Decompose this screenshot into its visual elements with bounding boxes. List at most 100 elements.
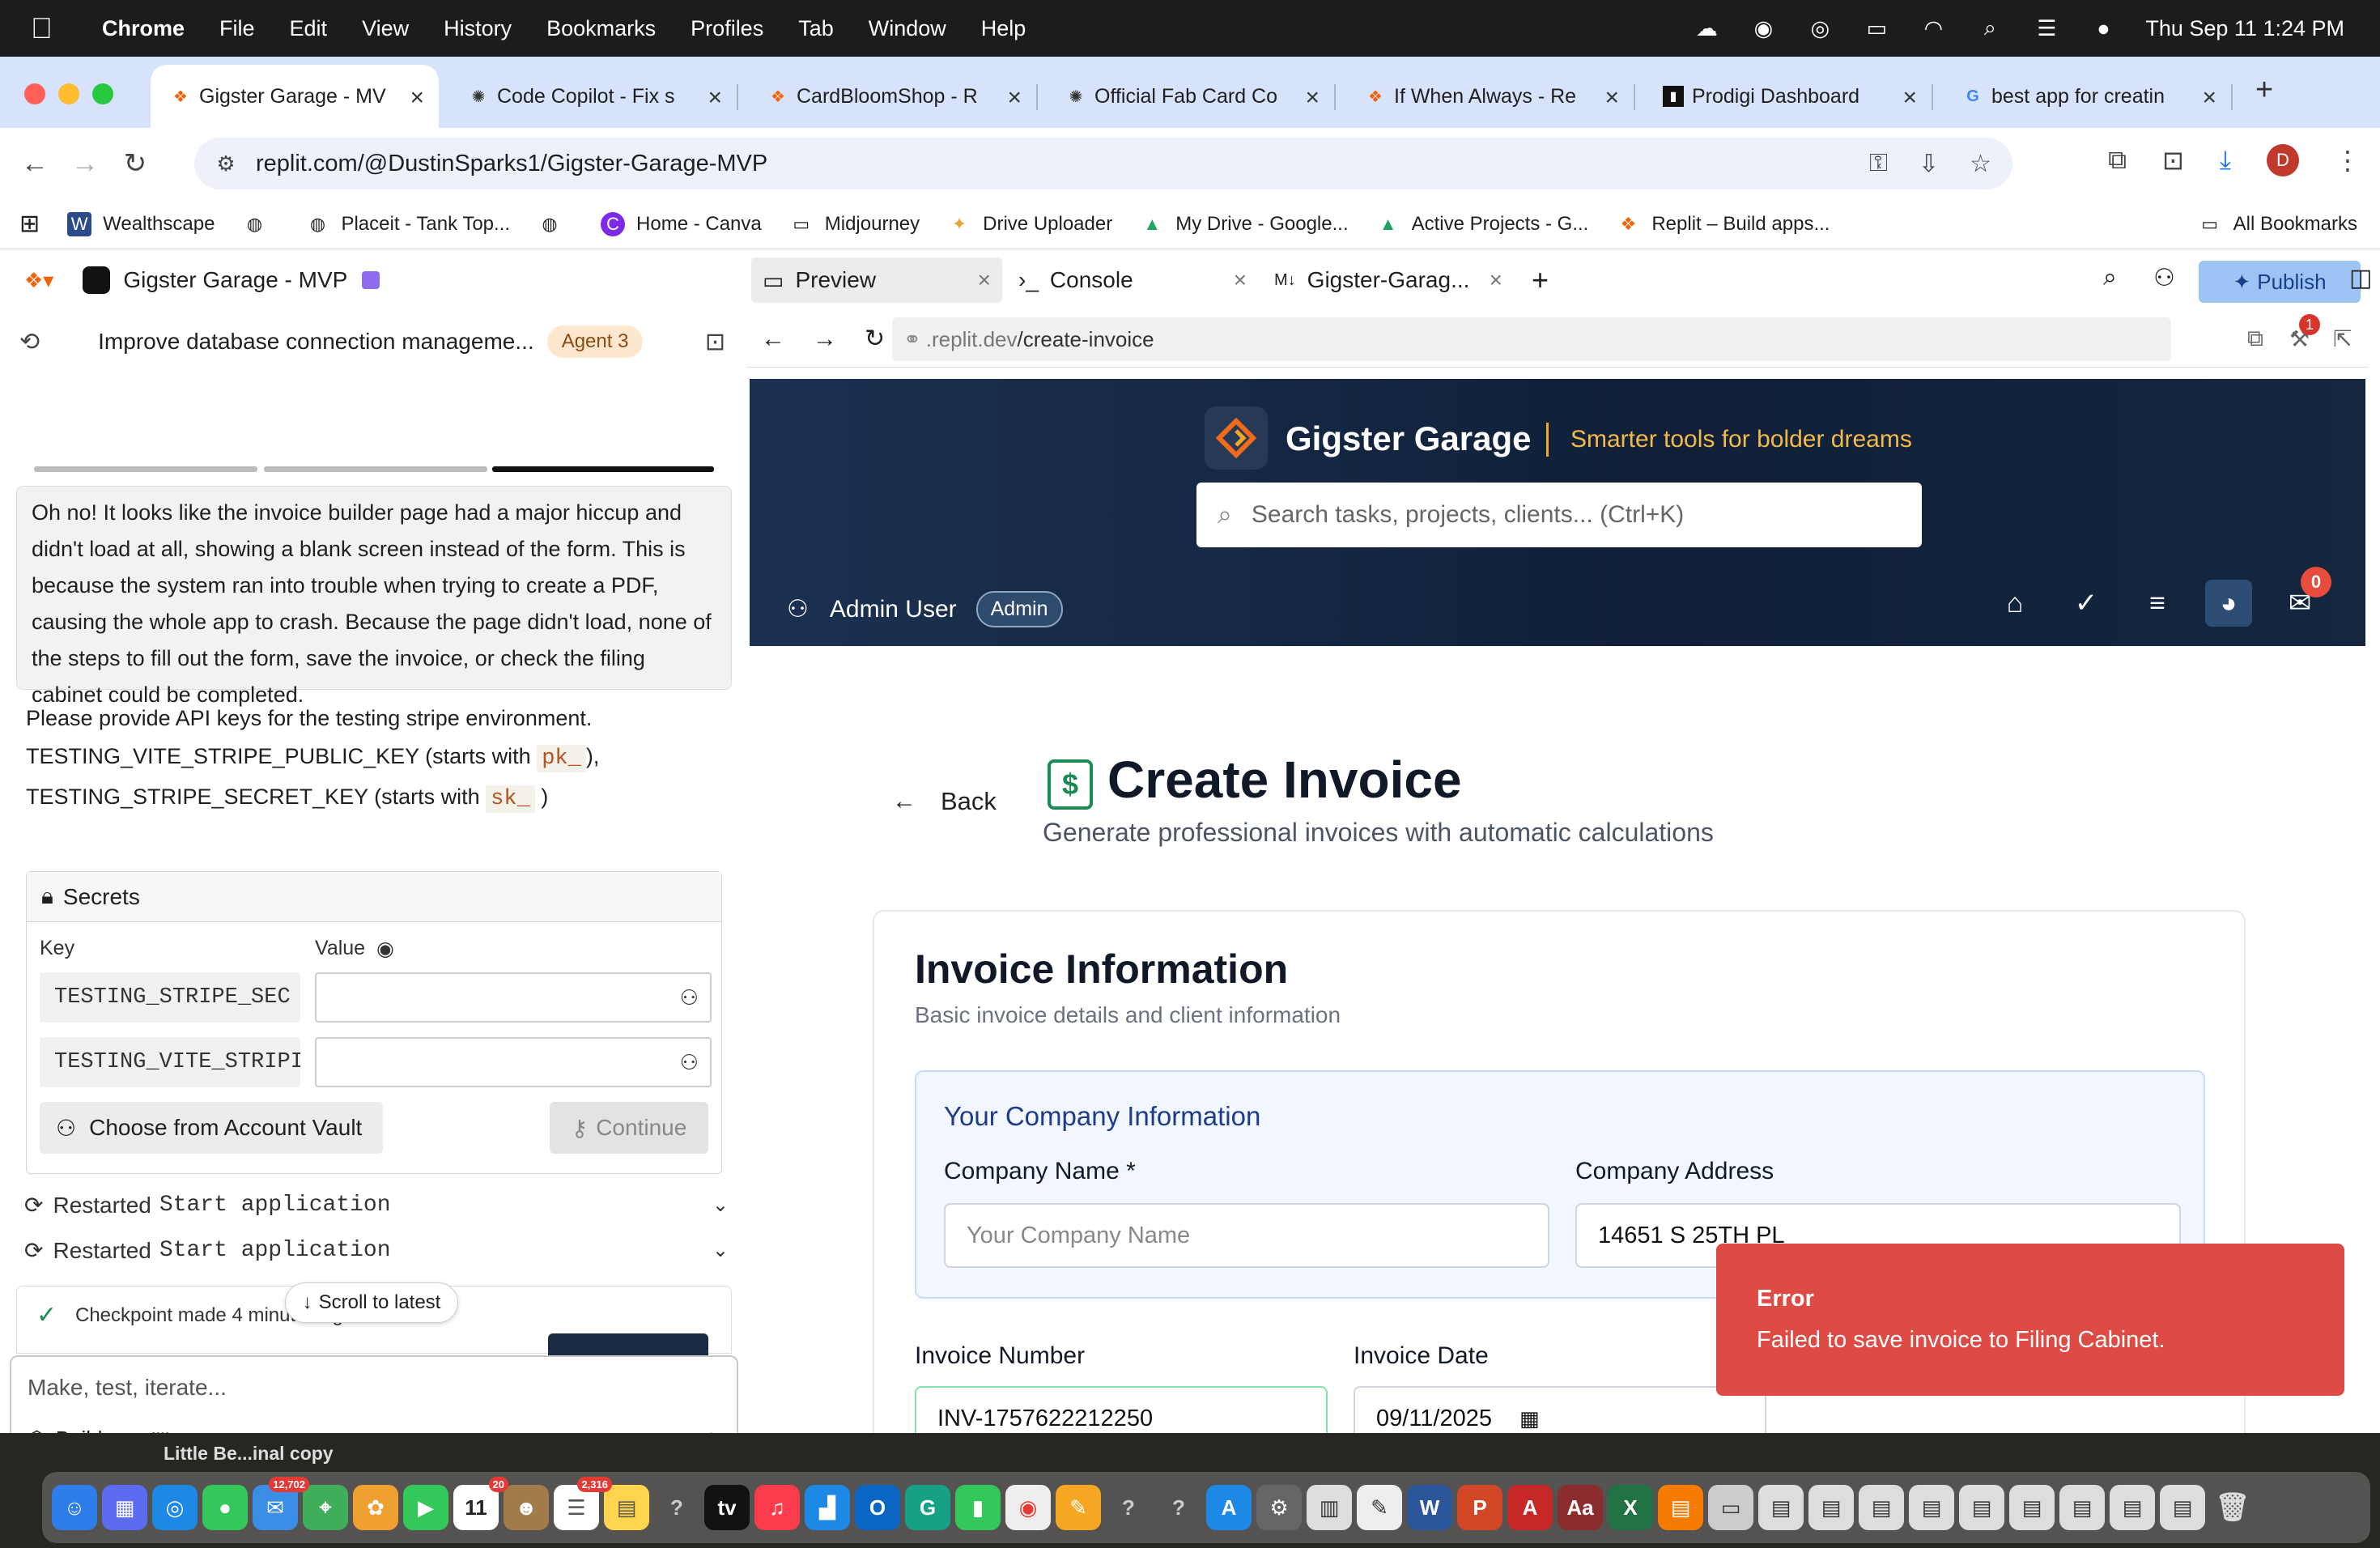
invite-user-icon[interactable]: ⚇ xyxy=(2153,264,2175,292)
minimize-window-button[interactable] xyxy=(58,83,79,104)
preview-icon[interactable]: ▥ xyxy=(1307,1485,1352,1530)
back-arrow-icon[interactable]: ← xyxy=(10,148,60,180)
back-button[interactable]: ← Back xyxy=(892,787,997,816)
unknown-app-icon[interactable]: ? xyxy=(1106,1485,1151,1530)
reload-icon[interactable]: ↻ xyxy=(865,325,885,353)
preview-url-field[interactable]: ⚭ .replit.dev/create-invoice xyxy=(892,317,2171,361)
excel-icon[interactable]: X xyxy=(1608,1485,1653,1530)
keynote-icon[interactable]: ▟ xyxy=(805,1485,850,1530)
tab-search-icon[interactable]: ⊡ xyxy=(2162,145,2184,176)
address-url[interactable]: replit.com/@DustinSparks1/Gigster-Garage… xyxy=(256,151,767,177)
finder-icon[interactable]: ☺ xyxy=(52,1485,97,1530)
secret-value-input-1[interactable]: ⚇ xyxy=(315,972,712,1023)
unknown-app-icon[interactable]: ? xyxy=(1156,1485,1201,1530)
browser-tab-6[interactable]: ▮ Prodigi Dashboard × xyxy=(1643,65,1933,128)
secret-value-input-2[interactable]: ⚇ xyxy=(315,1037,712,1087)
company-name-input[interactable]: Your Company Name xyxy=(944,1203,1549,1268)
app-store-icon[interactable]: A xyxy=(1206,1485,1252,1530)
word-icon[interactable]: W xyxy=(1407,1485,1452,1530)
global-search[interactable]: ⌕ Search tasks, projects, clients... (Ct… xyxy=(1196,483,1922,547)
search-icon[interactable]: ⌕ xyxy=(2103,264,2117,291)
forward-arrow-icon[interactable]: → xyxy=(813,325,837,353)
apps-grid-icon[interactable]: ⊞ xyxy=(19,210,40,238)
palette-icon[interactable]: ◕ xyxy=(2205,580,2252,627)
tab-preview[interactable]: ▭ Preview × xyxy=(751,257,1002,303)
gigster-logo-icon[interactable] xyxy=(1205,406,1268,470)
zoom-window-button[interactable] xyxy=(92,83,113,104)
settings-sliders-icon[interactable]: ⚌ xyxy=(660,1427,678,1433)
tab-markdown-file[interactable]: M↓ Gigster-Garag... × xyxy=(1263,257,1514,303)
new-chat-icon[interactable]: ⊡ xyxy=(705,328,725,356)
close-window-button[interactable] xyxy=(24,83,45,104)
powerpoint-icon[interactable]: P xyxy=(1457,1485,1502,1530)
trash-icon[interactable]: 🗑︎ xyxy=(2210,1485,2255,1530)
grammarly-icon[interactable]: ◉ xyxy=(1749,14,1778,43)
dictionary-icon[interactable]: Aa xyxy=(1558,1485,1603,1530)
close-icon[interactable]: × xyxy=(2202,84,2216,112)
menu-icon[interactable]: ≡ xyxy=(2134,580,2181,627)
address-bar[interactable]: ⚙ replit.com/@DustinSparks1/Gigster-Gara… xyxy=(194,138,2012,189)
menu-bookmarks[interactable]: Bookmarks xyxy=(546,16,656,41)
browser-tab-1[interactable]: ❖ Gigster Garage - MVP × xyxy=(151,65,439,128)
sidebar-toggle-icon[interactable]: ◫ xyxy=(2349,264,2372,292)
browser-tab-7[interactable]: G best app for creatin × xyxy=(1943,65,2233,128)
close-icon[interactable]: × xyxy=(1234,267,1247,293)
site-info-icon[interactable]: ⚙ xyxy=(210,148,241,179)
document-thumb-icon[interactable]: ▤ xyxy=(2110,1485,2155,1530)
facetime-icon[interactable]: ▶ xyxy=(403,1485,448,1530)
photos-icon[interactable]: ✿ xyxy=(353,1485,398,1530)
bookmark-item[interactable]: ◍ xyxy=(538,212,573,236)
menu-profiles[interactable]: Profiles xyxy=(691,16,763,41)
battery-icon[interactable]: ▭ xyxy=(1862,14,1891,43)
close-icon[interactable]: × xyxy=(410,84,424,112)
menu-history[interactable]: History xyxy=(444,16,512,41)
build-mode-button[interactable]: ⬡ Build ˄ ⬚ ⌀ xyxy=(28,1427,204,1433)
numbers-icon[interactable]: ▮ xyxy=(955,1485,1001,1530)
close-icon[interactable]: × xyxy=(708,84,722,112)
safari-icon[interactable]: ◎ xyxy=(152,1485,198,1530)
tab-console[interactable]: ›_ Console × xyxy=(1007,257,1258,303)
document-thumb-icon[interactable]: ▤ xyxy=(1959,1485,2004,1530)
scroll-to-latest-button[interactable]: ↓ Scroll to latest xyxy=(285,1282,458,1323)
close-icon[interactable]: × xyxy=(1007,84,1022,112)
tasks-check-icon[interactable]: ✓ xyxy=(2063,580,2110,627)
password-key-icon[interactable]: ⚿ xyxy=(1869,150,1888,178)
grammarly-icon[interactable]: G xyxy=(905,1485,950,1530)
all-bookmarks[interactable]: ▭ All Bookmarks xyxy=(2198,212,2357,236)
home-icon[interactable]: ⌂ xyxy=(1991,580,2038,627)
spotlight-search-icon[interactable]: ⌕ xyxy=(1975,14,2004,43)
browser-tab-4[interactable]: ✺ Official Fab Card Co × xyxy=(1046,65,1336,128)
document-thumb-icon[interactable]: ▤ xyxy=(1859,1485,1904,1530)
open-new-window-icon[interactable]: ⇱ xyxy=(2333,325,2352,352)
bookmark-item[interactable]: ◍ Placeit - Tank Top... xyxy=(305,212,510,236)
menubar-clock[interactable]: Thu Sep 11 1:24 PM xyxy=(2145,16,2344,41)
error-toast[interactable]: Error Failed to save invoice to Filing C… xyxy=(1716,1244,2344,1396)
menu-window[interactable]: Window xyxy=(869,16,946,41)
devices-icon[interactable]: ⧉ xyxy=(2247,325,2263,352)
close-icon[interactable]: × xyxy=(1604,84,1619,112)
document-thumb-icon[interactable]: ▤ xyxy=(2059,1485,2105,1530)
invoice-number-input[interactable]: INV-1757622212250 xyxy=(915,1386,1328,1433)
bookmark-item[interactable]: C Home - Canva xyxy=(601,211,762,236)
chat-title[interactable]: Improve database connection manageme... xyxy=(98,329,534,355)
chevron-down-icon[interactable]: ⌄ xyxy=(712,1239,729,1262)
system-settings-icon[interactable]: ⚙ xyxy=(1256,1485,1302,1530)
menu-edit[interactable]: Edit xyxy=(290,16,328,41)
calendar-icon[interactable]: 11 20 xyxy=(453,1477,508,1530)
brand-name[interactable]: Gigster Garage xyxy=(1286,419,1531,458)
close-icon[interactable]: × xyxy=(978,267,991,293)
pages-icon[interactable]: ✎ xyxy=(1056,1485,1101,1530)
bookmark-item[interactable]: W Wealthscape xyxy=(67,211,215,236)
menu-tab[interactable]: Tab xyxy=(798,16,834,41)
document-thumb-icon[interactable]: ▤ xyxy=(2009,1485,2055,1530)
chat-input[interactable]: Make, test, iterate... ⬡ Build ˄ ⬚ ⌀ ⚌ ↑ xyxy=(10,1355,738,1433)
notes-icon[interactable]: ▤ xyxy=(604,1485,649,1530)
history-icon[interactable]: ⟲ xyxy=(19,328,40,356)
invoice-date-input[interactable]: 09/11/2025 ▦ xyxy=(1354,1386,1766,1433)
back-arrow-icon[interactable]: ← xyxy=(761,325,785,353)
reload-icon[interactable]: ↻ xyxy=(110,147,160,180)
textedit-icon[interactable]: ✎ xyxy=(1357,1485,1402,1530)
desktop-file-label[interactable]: Little Be...inal copy xyxy=(164,1443,334,1465)
restart-log-item[interactable]: ⟳ Restarted Start application ⌄ xyxy=(24,1237,729,1264)
menu-view[interactable]: View xyxy=(362,16,409,41)
